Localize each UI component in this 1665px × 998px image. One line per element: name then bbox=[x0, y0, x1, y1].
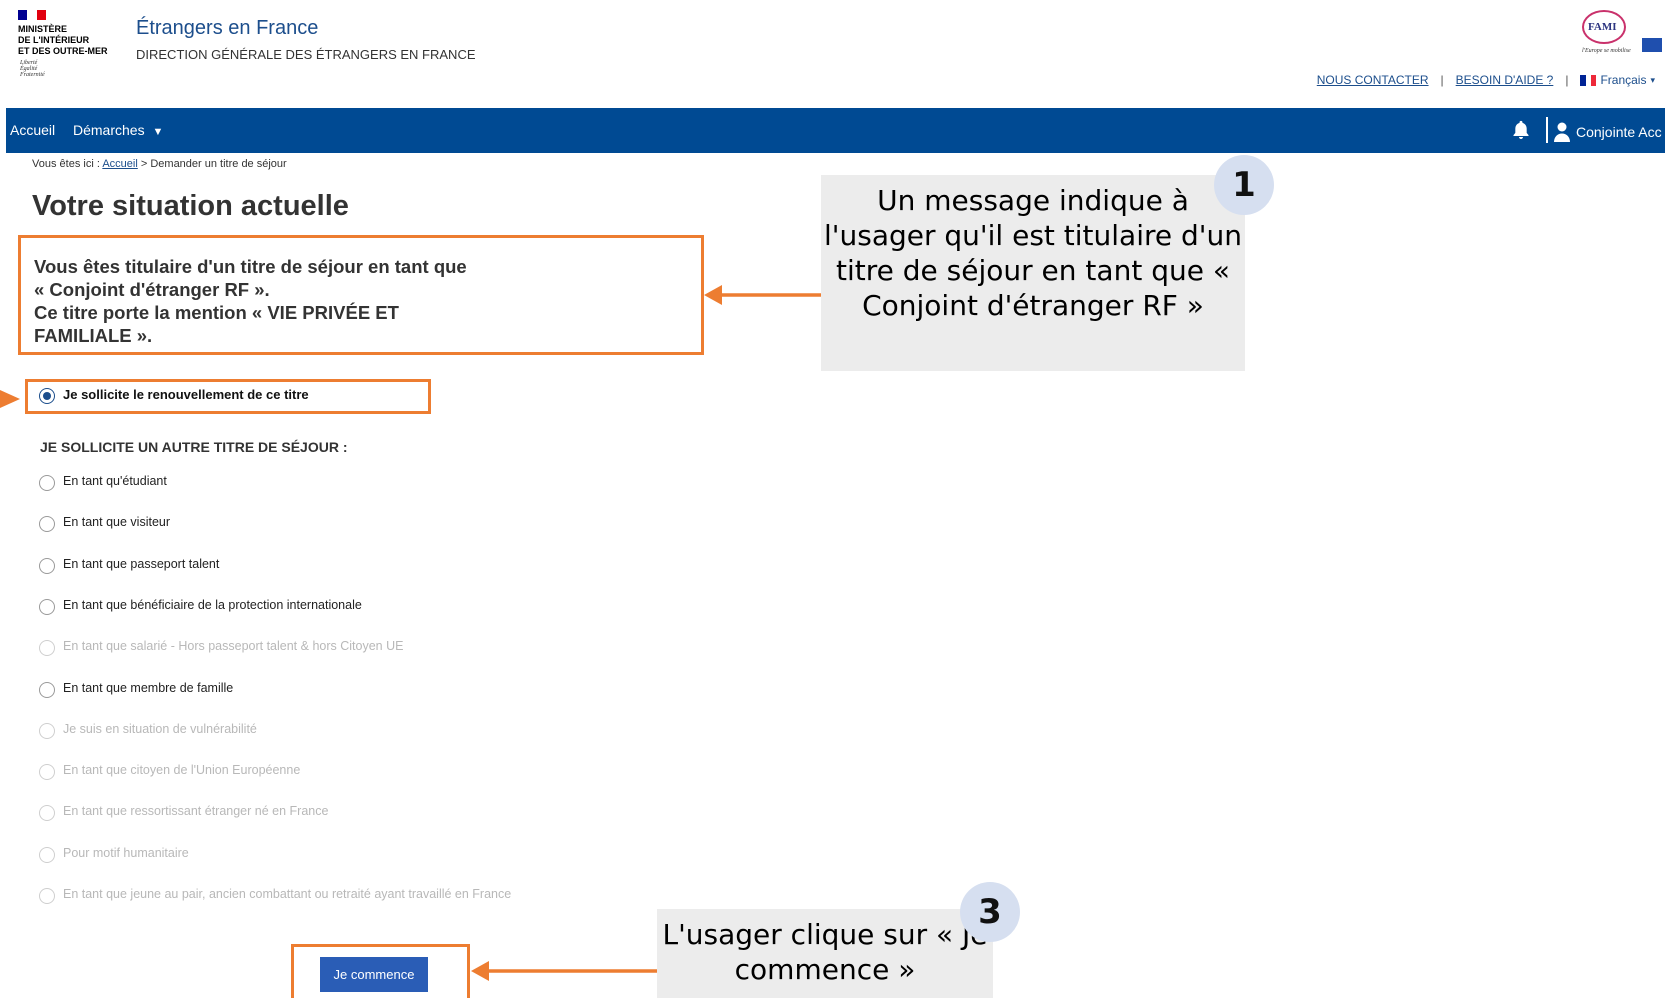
user-name: Conjointe Acc bbox=[1576, 124, 1662, 140]
nav-divider bbox=[1546, 117, 1548, 143]
republic-motto: Liberté Égalité Fraternité bbox=[20, 60, 45, 78]
permit-option-label[interactable]: En tant que membre de famille bbox=[63, 681, 233, 695]
permit-option-label: En tant que salarié - Hors passeport tal… bbox=[63, 639, 404, 653]
permit-option-label: Pour motif humanitaire bbox=[63, 846, 189, 860]
status-message-line: « Conjoint d'étranger RF ». bbox=[34, 279, 270, 300]
permit-option-label[interactable]: En tant qu'étudiant bbox=[63, 474, 167, 488]
fami-logo-text: FAMI bbox=[1588, 21, 1617, 33]
callout-badge-1: 1 bbox=[1214, 155, 1274, 215]
permit-option-radio bbox=[39, 888, 55, 904]
ministry-name: MINISTÈRE DE L'INTÉRIEUR ET DES OUTRE-ME… bbox=[18, 24, 108, 56]
link-separator: | bbox=[1440, 73, 1444, 87]
fami-logo: FAMI l'Europe se mobilise bbox=[1572, 8, 1662, 60]
breadcrumb: Vous êtes ici : Accueil > Demander un ti… bbox=[32, 158, 287, 170]
permit-option-radio[interactable] bbox=[39, 682, 55, 698]
language-label: Français bbox=[1600, 73, 1647, 87]
breadcrumb-home-link[interactable]: Accueil bbox=[102, 158, 137, 170]
permit-option-label: Je suis en situation de vulnérabilité bbox=[63, 722, 257, 736]
page-title: Votre situation actuelle bbox=[32, 190, 349, 222]
callout-badge-3: 3 bbox=[960, 882, 1020, 942]
help-link[interactable]: BESOIN D'AIDE ? bbox=[1456, 73, 1554, 87]
permit-option-label: En tant que ressortissant étranger né en… bbox=[63, 804, 329, 818]
marianne-flag-icon bbox=[18, 10, 46, 20]
ministry-logo[interactable]: MINISTÈRE DE L'INTÉRIEUR ET DES OUTRE-ME… bbox=[18, 10, 122, 82]
site-title[interactable]: Étrangers en France bbox=[136, 17, 318, 40]
permit-option-label: En tant que jeune au pair, ancien combat… bbox=[63, 887, 512, 901]
eu-flag-icon bbox=[1642, 38, 1662, 52]
caret-down-icon: ▾ bbox=[1650, 74, 1655, 85]
language-selector[interactable]: Français ▾ bbox=[1580, 73, 1655, 87]
permit-option-label[interactable]: En tant que visiteur bbox=[63, 515, 170, 529]
top-links: NOUS CONTACTER | BESOIN D'AIDE ? | Franç… bbox=[1317, 73, 1655, 87]
caret-down-icon: ▼ bbox=[152, 126, 164, 138]
contact-link[interactable]: NOUS CONTACTER bbox=[1317, 73, 1429, 87]
callout-3: L'usager clique sur « Je commence » bbox=[657, 909, 993, 998]
start-button[interactable]: Je commence bbox=[320, 957, 428, 992]
arrow-to-button bbox=[471, 961, 657, 981]
renewal-radio[interactable] bbox=[39, 388, 55, 404]
status-message: Vous êtes titulaire d'un titre de séjour… bbox=[34, 255, 504, 347]
renewal-option-label[interactable]: Je sollicite le renouvellement de ce tit… bbox=[63, 387, 309, 402]
french-flag-icon bbox=[1580, 74, 1597, 86]
site-subtitle: DIRECTION GÉNÉRALE DES ÉTRANGERS EN FRAN… bbox=[136, 47, 476, 62]
breadcrumb-current: > Demander un titre de séjour bbox=[140, 158, 287, 170]
status-message-line: Vous êtes titulaire d'un titre de séjour… bbox=[34, 256, 467, 277]
permit-option-label: En tant que citoyen de l'Union Européenn… bbox=[63, 763, 301, 777]
link-separator: | bbox=[1565, 73, 1569, 87]
permit-option-radio bbox=[39, 805, 55, 821]
permit-option-radio[interactable] bbox=[39, 599, 55, 615]
nav-home[interactable]: Accueil bbox=[10, 122, 55, 138]
arrow-to-message bbox=[704, 285, 821, 305]
bell-icon[interactable] bbox=[1510, 118, 1532, 142]
permit-option-radio[interactable] bbox=[39, 558, 55, 574]
nav-demarches-label: Démarches bbox=[73, 122, 145, 138]
other-permit-heading: JE SOLLICITE UN AUTRE TITRE DE SÉJOUR : bbox=[40, 439, 348, 455]
breadcrumb-prefix: Vous êtes ici : bbox=[32, 158, 100, 170]
permit-option-radio[interactable] bbox=[39, 516, 55, 532]
main-nav: Accueil Démarches ▼ Conjointe Acc bbox=[6, 108, 1665, 153]
arrow-to-renewal bbox=[0, 390, 20, 408]
status-message-highlight: Vous êtes titulaire d'un titre de séjour… bbox=[18, 235, 704, 355]
user-menu[interactable]: Conjointe Acc bbox=[1554, 122, 1662, 142]
nav-demarches[interactable]: Démarches ▼ bbox=[73, 122, 163, 138]
status-message-line: FAMILIALE ». bbox=[34, 325, 153, 346]
user-icon bbox=[1554, 122, 1570, 142]
callout-1: Un message indique à l'usager qu'il est … bbox=[821, 175, 1245, 371]
permit-option-radio bbox=[39, 764, 55, 780]
site-header: MINISTÈRE DE L'INTÉRIEUR ET DES OUTRE-ME… bbox=[0, 0, 1665, 108]
permit-option-label[interactable]: En tant que bénéficiaire de la protectio… bbox=[63, 598, 362, 612]
permit-option-label[interactable]: En tant que passeport talent bbox=[63, 557, 219, 571]
fami-tagline: l'Europe se mobilise bbox=[1582, 48, 1631, 54]
permit-option-radio bbox=[39, 640, 55, 656]
permit-option-radio bbox=[39, 847, 55, 863]
permit-option-radio bbox=[39, 723, 55, 739]
status-message-line: Ce titre porte la mention « VIE PRIVÉE E… bbox=[34, 302, 399, 323]
permit-option-radio[interactable] bbox=[39, 475, 55, 491]
